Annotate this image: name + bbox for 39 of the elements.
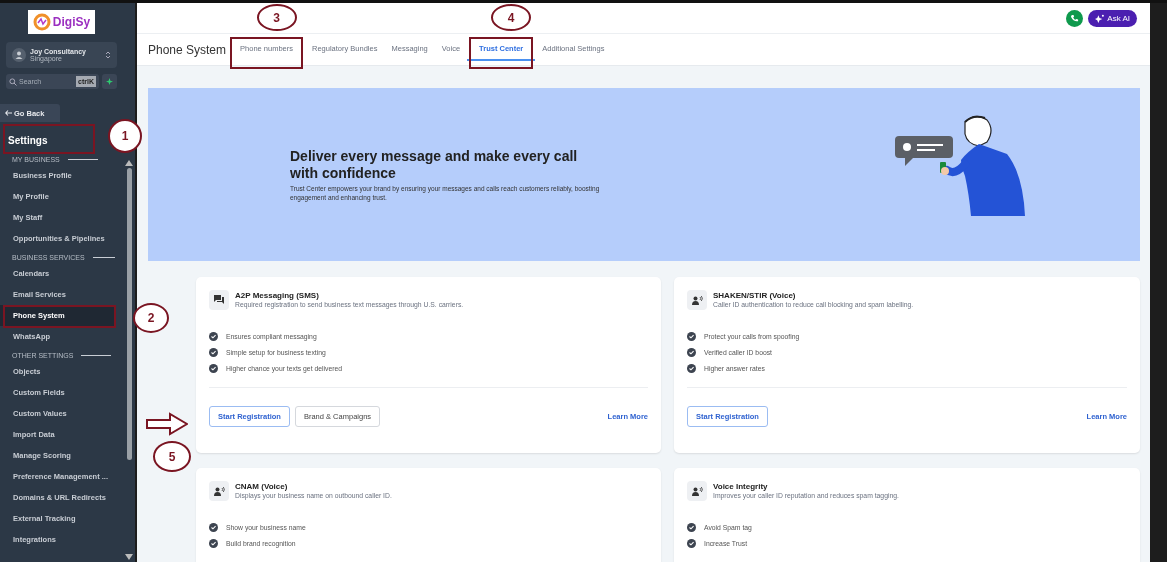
card-title: Voice Integrity	[713, 482, 769, 491]
scrollbar[interactable]	[123, 3, 135, 562]
check-circle-icon	[209, 522, 218, 532]
logo[interactable]: DigiSy	[28, 10, 95, 34]
check-circle-icon	[209, 538, 218, 548]
hero-heading: Deliver every message and make every call with confidence	[290, 147, 579, 182]
settings-heading: Settings	[7, 134, 49, 148]
check-circle-icon	[687, 522, 696, 532]
check-circle-icon	[209, 347, 218, 357]
check-circle-icon	[687, 363, 696, 373]
phone-icon	[1070, 13, 1080, 23]
left-arrow-icon	[5, 110, 12, 116]
chevron-updown-icon	[105, 50, 111, 60]
person-speaking-icon	[691, 486, 703, 496]
card-title: A2P Messaging (SMS)	[235, 291, 320, 300]
phone-button[interactable]	[1066, 9, 1084, 27]
check-circle-icon	[687, 538, 696, 548]
logo-text: DigiSy	[52, 15, 91, 29]
page-title: Phone System	[148, 42, 227, 57]
ask-ai-button[interactable]: Ask AI	[1088, 9, 1137, 27]
check-circle-icon	[687, 347, 696, 357]
check-circle-icon	[209, 331, 218, 341]
person-speaking-icon	[691, 295, 703, 305]
sparkle-icon	[106, 78, 113, 85]
step-number: 1	[108, 119, 142, 153]
user-icon	[12, 48, 26, 62]
scroll-down-icon[interactable]	[125, 554, 133, 560]
step-number: 5	[153, 441, 191, 472]
person-speaking-icon	[213, 486, 225, 496]
check-circle-icon	[209, 363, 218, 373]
logo-mark-icon	[32, 13, 51, 31]
check-circle-icon	[687, 331, 696, 341]
quick-action-button[interactable]	[102, 74, 117, 89]
chat-icon	[214, 295, 224, 305]
search-icon	[9, 77, 17, 86]
card-title: SHAKEN/STIR (Voice)	[713, 291, 797, 300]
sparkle-icon	[1095, 13, 1105, 23]
card-title: CNAM (Voice)	[235, 482, 289, 491]
scroll-up-icon[interactable]	[125, 160, 133, 166]
